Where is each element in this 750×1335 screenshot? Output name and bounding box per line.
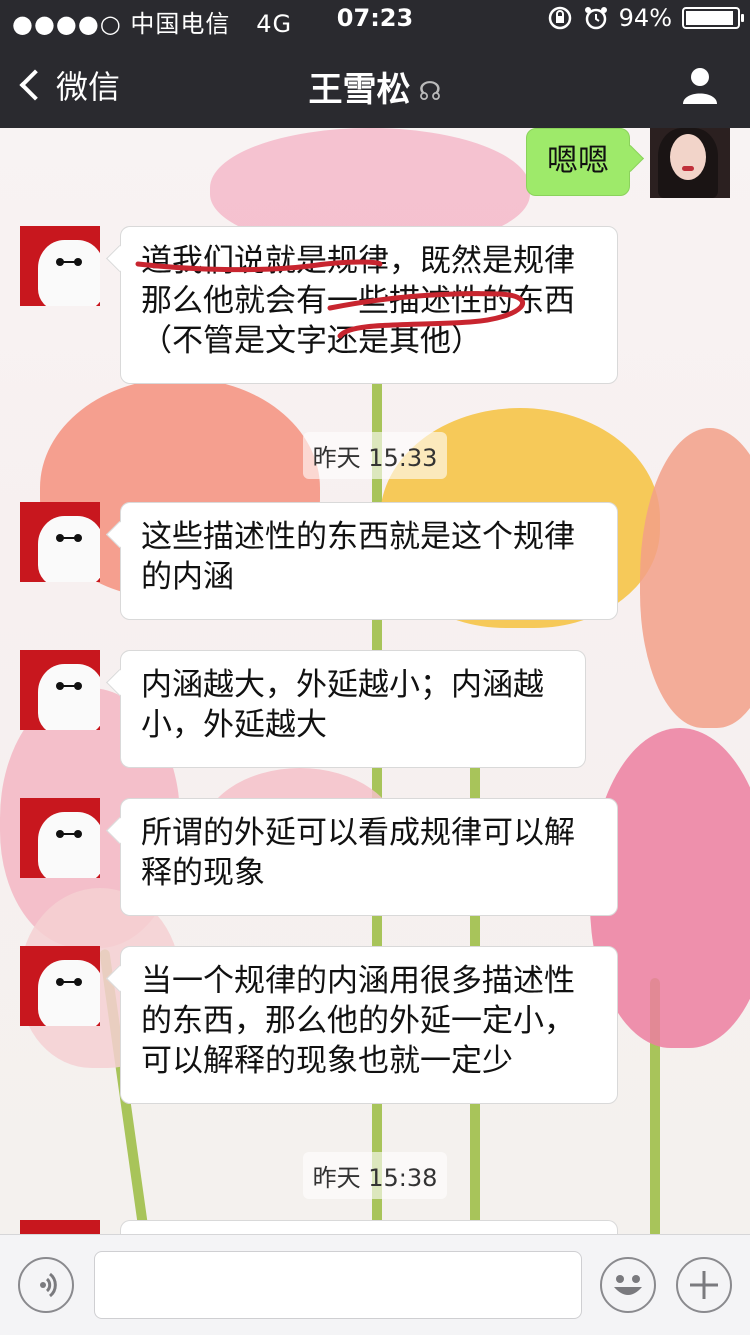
- plus-icon: [690, 1271, 718, 1299]
- message-bubble-outgoing[interactable]: 嗯嗯: [526, 128, 630, 196]
- message-list[interactable]: 嗯嗯 道我们说就是规律，既然是规律 那么他就会有一些描述性的东西 （不管是文字还…: [0, 128, 750, 1234]
- contact-avatar[interactable]: [20, 502, 100, 582]
- message-line: 可以解释的现象也就一定少: [141, 1043, 513, 1079]
- message-line: 这些描述性的东西就是这个规律: [141, 519, 575, 555]
- contact-avatar[interactable]: [20, 650, 100, 730]
- message-line: （不管是文字还是其他）: [141, 323, 482, 359]
- status-bar: ●●●●○ 中国电信 4G 07:23 94%: [0, 0, 750, 40]
- message-bubble-incoming[interactable]: 所谓的外延可以看成规律可以解 释的现象: [120, 798, 618, 916]
- message-line: 小，外延越大: [141, 707, 327, 743]
- emoji-icon: [614, 1275, 642, 1295]
- message-bubble-incoming[interactable]: 这些描述性的东西就是这个规律 的内涵: [120, 502, 618, 620]
- person-icon[interactable]: [682, 66, 718, 104]
- status-right: 94%: [547, 4, 744, 32]
- contact-avatar[interactable]: [20, 226, 100, 306]
- message-bubble-incoming[interactable]: 当一个规律的内涵用很多描述性 的东西，那么他的外延一定小， 可以解释的现象也就一…: [120, 946, 618, 1104]
- message-line: 所谓的外延可以看成规律可以解: [141, 815, 575, 851]
- more-button[interactable]: [676, 1257, 732, 1313]
- rotation-lock-icon: [548, 6, 571, 30]
- battery-icon: [682, 7, 744, 29]
- voice-icon: [40, 1272, 57, 1298]
- message-input[interactable]: [94, 1251, 582, 1319]
- emoji-button[interactable]: [600, 1257, 656, 1313]
- message-line: 道我们说就是规律，既然是规律: [141, 243, 575, 279]
- timestamp: 昨天 15:38: [0, 1152, 750, 1199]
- message-line: 那么他就会有一些描述性的东西: [141, 283, 575, 319]
- message-line: 的东西，那么他的外延一定小，: [141, 1003, 575, 1039]
- contact-avatar[interactable]: [20, 946, 100, 1026]
- chat-title: 王雪松 ☊: [0, 62, 750, 111]
- contact-avatar[interactable]: [20, 798, 100, 878]
- timestamp: 昨天 15:33: [0, 432, 750, 479]
- message-bubble-incoming[interactable]: 内涵越大，外延越小；内涵越 小，外延越大: [120, 650, 586, 768]
- nav-bar: 微信 王雪松 ☊: [0, 40, 750, 128]
- contact-name: 王雪松: [308, 70, 411, 110]
- message-line: 当一个规律的内涵用很多描述性: [141, 963, 575, 999]
- alarm-icon: [584, 7, 607, 30]
- my-avatar[interactable]: [650, 128, 730, 198]
- message-line: 的内涵: [141, 559, 234, 595]
- contact-avatar[interactable]: [20, 1220, 100, 1234]
- battery-percent: 94%: [618, 4, 672, 32]
- ear-icon: ☊: [418, 76, 442, 107]
- message-line: 释的现象: [141, 855, 265, 891]
- input-bar: [0, 1234, 750, 1335]
- message-bubble-incoming[interactable]: 道我们说就是规律，既然是规律 那么他就会有一些描述性的东西 （不管是文字还是其他…: [120, 226, 618, 384]
- voice-button[interactable]: [18, 1257, 74, 1313]
- message-bubble-incoming-partial[interactable]: [120, 1220, 618, 1234]
- message-line: 内涵越大，外延越小；内涵越: [141, 667, 544, 703]
- message-text: 嗯嗯: [547, 143, 609, 179]
